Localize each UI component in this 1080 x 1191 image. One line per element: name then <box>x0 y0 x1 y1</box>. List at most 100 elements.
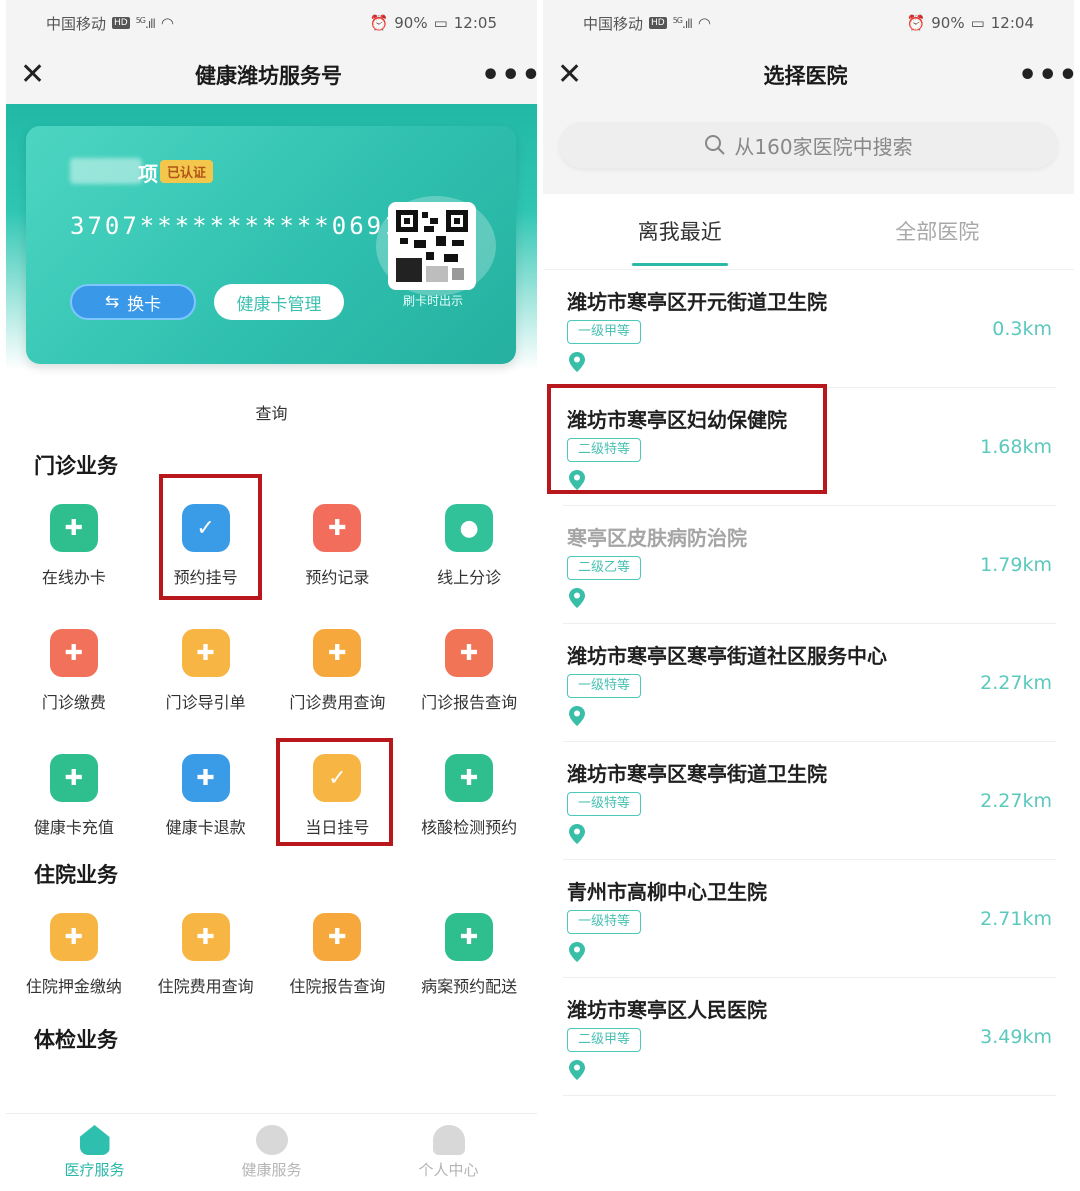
doctor-icon: ● <box>445 504 494 552</box>
hospital-distance: 3.49km <box>980 1026 1052 1048</box>
tab-medical-service[interactable]: 医疗服务 <box>6 1114 183 1191</box>
battery-icon: ▭ <box>433 14 448 32</box>
service-item[interactable]: ✚ 门诊导引单 <box>140 605 272 730</box>
hospital-icon <box>79 1125 110 1155</box>
switch-card-label: 换卡 <box>127 294 162 315</box>
hospital-row[interactable]: 寒亭区皮肤病防治院 二级乙等 1.79km <box>563 506 1056 624</box>
status-time: 12:05 <box>453 14 497 32</box>
hospital-level-badge: 一级特等 <box>567 674 642 698</box>
service-item[interactable]: ✚ 健康卡退款 <box>140 730 272 855</box>
card-number: 3707***********0691 <box>70 212 402 240</box>
checkup-section-title: 体检业务 <box>34 1028 118 1052</box>
hospital-row[interactable]: 青州市高柳中心卫生院 一级特等 2.71km <box>563 860 1056 978</box>
location-pin-icon <box>569 1060 585 1080</box>
hospital-level-badge: 二级特等 <box>567 438 642 462</box>
service-item-label: 核酸检测预约 <box>421 818 518 837</box>
hospital-name: 潍坊市寒亭区人民医院 <box>567 998 767 1022</box>
hospital-row[interactable]: 潍坊市寒亭区妇幼保健院 二级特等 1.68km <box>563 388 1056 506</box>
hospital-name: 寒亭区皮肤病防治院 <box>567 526 747 550</box>
hd-icon: HD <box>112 17 130 29</box>
service-item[interactable]: ✚ 病案预约配送 <box>403 889 535 1014</box>
search-area: 从160家医院中搜索 <box>543 104 1074 194</box>
qr-code-area[interactable]: 刷卡时出示 <box>376 196 496 316</box>
service-item-label: 住院报告查询 <box>289 977 386 996</box>
wifi-icon: ◠ <box>160 14 174 32</box>
more-icon[interactable]: ••• <box>1018 60 1074 90</box>
status-bar: 中国移动 HD 5G.ıll ◠ ⏰ 90% ▭ 12:05 <box>6 0 537 46</box>
hospital-level-badge: 二级甲等 <box>567 1028 642 1052</box>
service-item[interactable]: ✚ 住院费用查询 <box>140 889 272 1014</box>
tab-nearest[interactable]: 离我最近 <box>551 194 809 270</box>
hospital-name: 潍坊市寒亭区妇幼保健院 <box>567 408 787 432</box>
switch-card-button[interactable]: ⇆ 换卡 <box>70 284 196 320</box>
hospital-distance: 1.68km <box>980 436 1052 458</box>
hospital-row[interactable]: 潍坊市寒亭区寒亭街道卫生院 一级特等 2.27km <box>563 742 1056 860</box>
hospital-search-input[interactable]: 从160家医院中搜索 <box>559 122 1058 168</box>
hd-icon: HD <box>649 17 667 29</box>
tab-label: 个人中心 <box>418 1161 479 1179</box>
service-item[interactable]: ✓ 当日挂号 <box>272 730 404 855</box>
service-item-label: 健康卡充值 <box>33 818 114 837</box>
calendar-check-icon: ✓ <box>181 504 230 552</box>
service-item[interactable]: ✚ 住院押金缴纳 <box>8 889 140 1014</box>
location-pin-icon <box>569 352 585 372</box>
delivery-icon: ✚ <box>445 913 494 961</box>
hospital-distance: 2.71km <box>980 908 1052 930</box>
inpatient-fee-icon: ✚ <box>181 913 230 961</box>
alarm-icon: ⏰ <box>906 14 926 32</box>
outpatient-grid: ✚ 在线办卡 ✓ 预约挂号 ✚ 预约记录 ● 线上分诊 ✚ 门诊缴费 ✚ 门诊导引单 ✚ 门诊费用查询 ✚ 门… <box>6 480 537 855</box>
search-placeholder: 从160家医院中搜索 <box>734 134 913 159</box>
battery-percent: 90% <box>394 14 428 32</box>
service-item-label: 住院押金缴纳 <box>25 977 122 996</box>
nav-bar: ✕ 选择医院 ••• <box>543 46 1074 104</box>
hospital-level-badge: 一级甲等 <box>567 320 642 344</box>
today-register-icon: ✓ <box>313 754 362 802</box>
more-icon[interactable]: ••• <box>481 60 537 90</box>
tab-health-service[interactable]: 健康服务 <box>183 1114 360 1191</box>
qr-caption: 刷卡时出示 <box>402 294 463 308</box>
hospital-distance: 1.79km <box>980 554 1052 576</box>
carrier-label: 中国移动 <box>583 14 644 33</box>
service-item-label: 门诊费用查询 <box>289 693 386 712</box>
service-item-label: 预约挂号 <box>173 568 238 587</box>
hospital-name: 潍坊市寒亭区开元街道卫生院 <box>567 290 827 314</box>
left-screen: 中国移动 HD 5G.ıll ◠ ⏰ 90% ▭ 12:05 ✕ 健康潍坊服务号… <box>6 0 537 1191</box>
card-manage-button[interactable]: 健康卡管理 <box>214 284 344 320</box>
battery-icon: ▭ <box>970 14 985 32</box>
battery-percent: 90% <box>931 14 965 32</box>
hospital-name: 青州市高柳中心卫生院 <box>567 880 767 904</box>
service-item[interactable]: ✚ 门诊缴费 <box>8 605 140 730</box>
location-pin-icon <box>569 942 585 962</box>
close-icon[interactable]: ✕ <box>557 60 593 90</box>
page-title: 选择医院 <box>763 64 848 88</box>
hospital-row[interactable]: 潍坊市寒亭区开元街道卫生院 一级甲等 0.3km <box>563 270 1056 388</box>
signal-icon: 5G.ıll <box>135 15 156 31</box>
hospital-name: 潍坊市寒亭区寒亭街道社区服务中心 <box>567 644 887 668</box>
service-item[interactable]: ✚ 门诊费用查询 <box>272 605 404 730</box>
hospital-level-badge: 二级乙等 <box>567 556 642 580</box>
hospital-level-badge: 一级特等 <box>567 910 642 934</box>
inpatient-report-icon: ✚ <box>313 913 362 961</box>
deposit-icon: ✚ <box>49 913 98 961</box>
close-icon[interactable]: ✕ <box>20 60 56 90</box>
service-item[interactable]: ✚ 预约记录 <box>272 480 404 605</box>
tab-all-hospitals[interactable]: 全部医院 <box>809 194 1067 270</box>
service-item[interactable]: ✚ 健康卡充值 <box>8 730 140 855</box>
service-item-label: 健康卡退款 <box>165 818 246 837</box>
service-item[interactable]: ● 线上分诊 <box>403 480 535 605</box>
tab-personal-center[interactable]: 个人中心 <box>360 1114 537 1191</box>
health-card[interactable]: 项 已认证 3707***********0691 ⇆ 换卡 健康卡管理 刷卡时… <box>26 126 516 364</box>
service-item[interactable]: ✚ 在线办卡 <box>8 480 140 605</box>
hospital-row[interactable]: 潍坊市寒亭区人民医院 二级甲等 3.49km <box>563 978 1056 1096</box>
service-item-label: 门诊导引单 <box>165 693 246 712</box>
payment-icon: ✚ <box>49 629 98 677</box>
inpatient-grid: ✚ 住院押金缴纳 ✚ 住院费用查询 ✚ 住院报告查询 ✚ 病案预约配送 <box>6 889 537 1014</box>
hospital-row[interactable]: 潍坊市寒亭区寒亭街道社区服务中心 一级特等 2.27km <box>563 624 1056 742</box>
service-item[interactable]: ✚ 住院报告查询 <box>272 889 404 1014</box>
service-item[interactable]: ✚ 核酸检测预约 <box>403 730 535 855</box>
status-bar: 中国移动 HD 5G.ıll ◠ ⏰ 90% ▭ 12:04 <box>543 0 1074 46</box>
right-screen: 中国移动 HD 5G.ıll ◠ ⏰ 90% ▭ 12:04 ✕ 选择医院 ••… <box>543 0 1074 1191</box>
service-item[interactable]: ✚ 门诊报告查询 <box>403 605 535 730</box>
service-item[interactable]: ✓ 预约挂号 <box>140 480 272 605</box>
bottom-tab-bar: 医疗服务 健康服务 个人中心 <box>6 1113 537 1191</box>
